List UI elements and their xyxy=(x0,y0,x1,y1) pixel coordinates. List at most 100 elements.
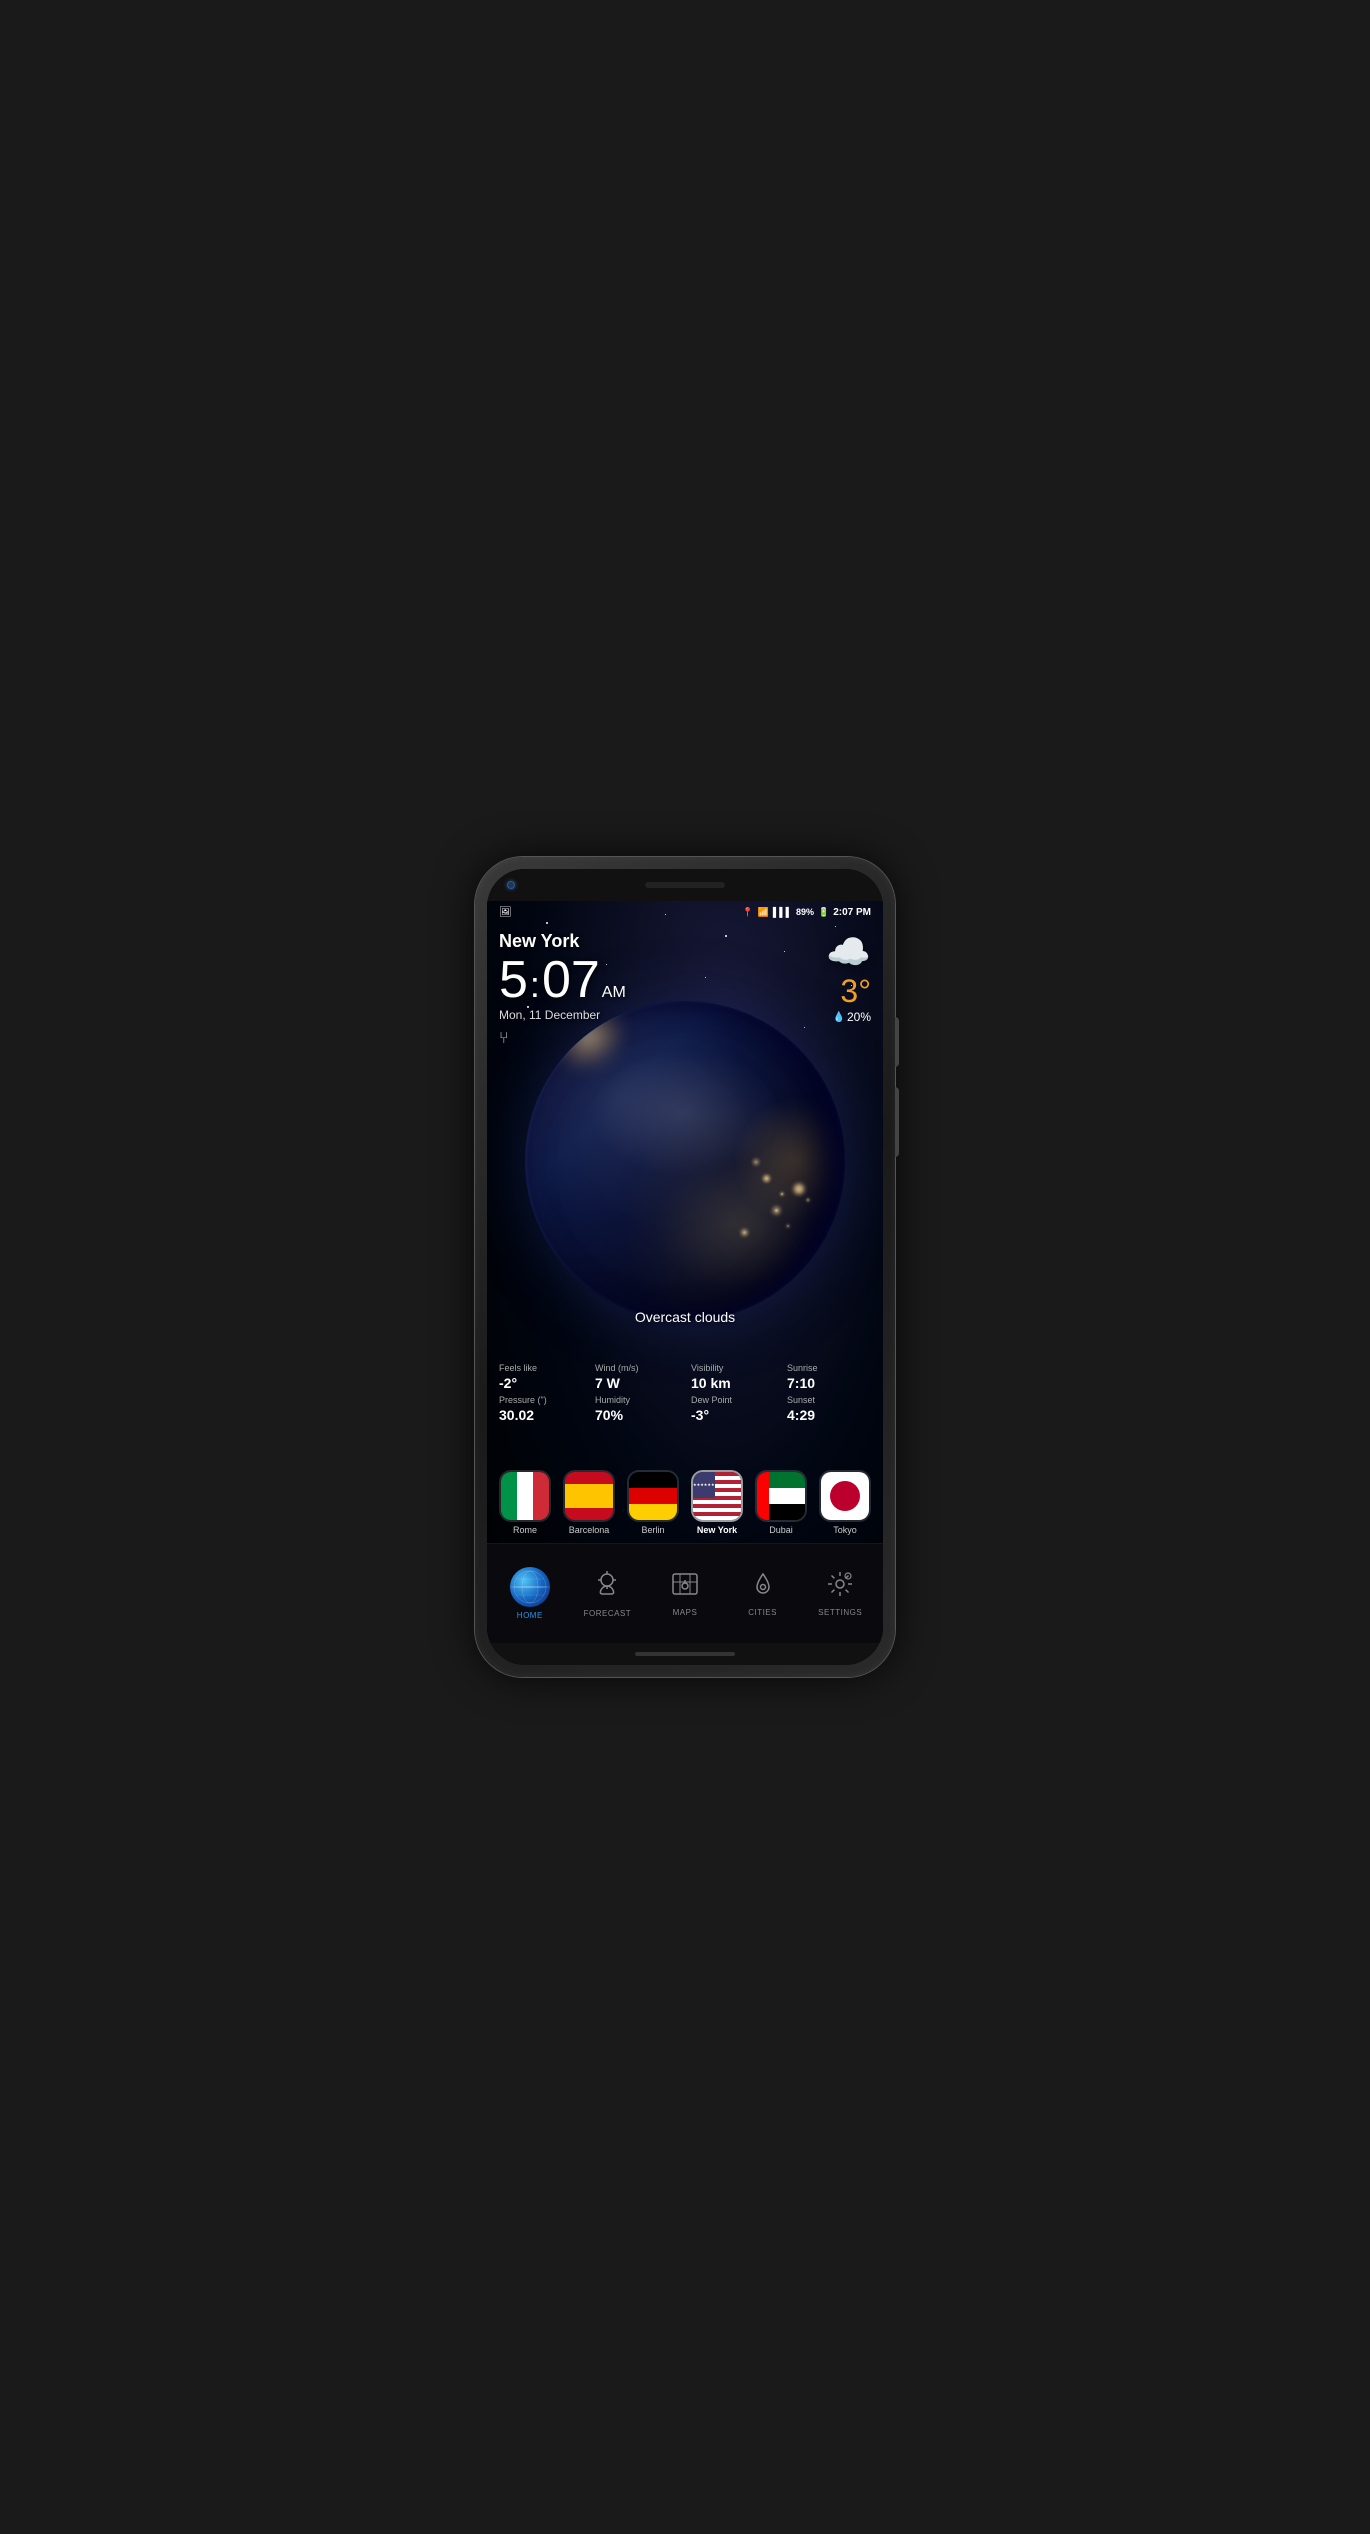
sunset-value: 4:29 xyxy=(787,1407,871,1423)
nav-forecast[interactable]: FORECAST xyxy=(575,1570,639,1618)
germany-flag xyxy=(629,1472,677,1520)
nav-maps-label: MAPS xyxy=(673,1608,698,1617)
sunrise-stat: Sunrise 7:10 xyxy=(783,1363,875,1391)
weather-description: Overcast clouds xyxy=(487,1309,883,1325)
japan-flag xyxy=(821,1472,869,1520)
weather-overlay: New York 5 : 07 AM Mon, 11 December ⑂ xyxy=(487,923,883,1056)
city-item-newyork[interactable]: ★ ★ ★ ★ ★ ★ New York xyxy=(689,1470,745,1535)
city-flag-berlin[interactable] xyxy=(627,1470,679,1522)
wind-value: 7 W xyxy=(595,1375,679,1391)
city-label-rome: Rome xyxy=(513,1525,537,1535)
nav-settings-label: SETTINGS xyxy=(818,1608,862,1617)
settings-svg xyxy=(826,1570,854,1598)
home-globe-icon xyxy=(510,1567,550,1607)
uae-flag xyxy=(757,1472,805,1520)
city-item-barcelona[interactable]: Barcelona xyxy=(561,1470,617,1535)
visibility-value: 10 km xyxy=(691,1375,775,1391)
city-flag-tokyo[interactable] xyxy=(819,1470,871,1522)
settings-icon xyxy=(826,1570,854,1604)
clock-display: 2:07 PM xyxy=(833,907,871,918)
city-flag-newyork[interactable]: ★ ★ ★ ★ ★ ★ xyxy=(691,1470,743,1522)
pressure-value: 30.02 xyxy=(499,1407,583,1423)
raindrop-icon: 💧 xyxy=(833,1012,845,1023)
gallery-icon: 🖼 xyxy=(499,907,512,918)
nav-home[interactable]: HOME xyxy=(498,1567,562,1620)
weather-stats: Feels like -2° Wind (m/s) 7 W Visibility… xyxy=(487,1363,883,1423)
city-flag-dubai[interactable] xyxy=(755,1470,807,1522)
globe-svg xyxy=(512,1569,548,1605)
battery-icon: 🔋 xyxy=(818,907,829,918)
city-flag-rome[interactable] xyxy=(499,1470,551,1522)
home-indicator[interactable] xyxy=(635,1652,735,1656)
wind-label: Wind (m/s) xyxy=(595,1363,679,1373)
wifi-icon: 📶 xyxy=(758,907,769,918)
cities-bar: Rome Barcelona xyxy=(487,1470,883,1535)
nav-cities[interactable]: CITIES xyxy=(731,1570,795,1617)
nav-maps[interactable]: MAPS xyxy=(653,1570,717,1617)
precipitation-display: 💧 20% xyxy=(833,1010,871,1024)
time-separator: : xyxy=(530,964,540,1006)
date-display: Mon, 11 December xyxy=(499,1008,871,1022)
status-bar: 🖼 📍 📶 ▌▌▌ 89% 🔋 2:07 PM xyxy=(487,901,883,923)
dew-point-value: -3° xyxy=(691,1407,775,1423)
humidity-label: Humidity xyxy=(595,1395,679,1405)
usa-flag: ★ ★ ★ ★ ★ ★ xyxy=(693,1472,741,1520)
pressure-stat: Pressure (") 30.02 xyxy=(495,1395,587,1423)
nav-settings[interactable]: SETTINGS xyxy=(808,1570,872,1617)
city-name: New York xyxy=(499,931,871,952)
feels-like-value: -2° xyxy=(499,1375,583,1391)
pressure-label: Pressure (") xyxy=(499,1395,583,1405)
city-item-tokyo[interactable]: Tokyo xyxy=(817,1470,873,1535)
visibility-label: Visibility xyxy=(691,1363,775,1373)
italy-flag xyxy=(501,1472,549,1520)
top-bezel xyxy=(487,869,883,901)
cities-svg xyxy=(749,1570,777,1598)
spain-flag xyxy=(565,1472,613,1520)
city-item-dubai[interactable]: Dubai xyxy=(753,1470,809,1535)
nav-home-label: HOME xyxy=(517,1611,543,1620)
speaker-grille xyxy=(645,882,725,888)
feels-like-stat: Feels like -2° xyxy=(495,1363,587,1391)
visibility-stat: Visibility 10 km xyxy=(687,1363,779,1391)
weather-top-right: ☁️ 3° 💧 20% xyxy=(826,931,871,1024)
dew-point-label: Dew Point xyxy=(691,1395,775,1405)
forecast-icon xyxy=(593,1570,621,1605)
temperature-display: 3° xyxy=(840,973,871,1010)
bottom-navigation: HOME FORECAST xyxy=(487,1543,883,1643)
signal-icon: ▌▌▌ xyxy=(773,907,792,917)
dew-point-stat: Dew Point -3° xyxy=(687,1395,779,1423)
sunset-label: Sunset xyxy=(787,1395,871,1405)
city-item-berlin[interactable]: Berlin xyxy=(625,1470,681,1535)
status-left: 🖼 xyxy=(499,907,512,918)
sunrise-label: Sunrise xyxy=(787,1363,871,1373)
feels-like-label: Feels like xyxy=(499,1363,583,1373)
bottom-bezel xyxy=(487,1643,883,1665)
city-item-rome[interactable]: Rome xyxy=(497,1470,553,1535)
time-display: 5 : 07 AM xyxy=(499,954,871,1006)
city-label-dubai: Dubai xyxy=(769,1525,793,1535)
city-label-berlin: Berlin xyxy=(641,1525,664,1535)
wind-stat: Wind (m/s) 7 W xyxy=(591,1363,683,1391)
humidity-value: 70% xyxy=(595,1407,679,1423)
nav-cities-label: CITIES xyxy=(748,1608,777,1617)
phone-screen: 🖼 📍 📶 ▌▌▌ 89% 🔋 2:07 PM New York 5 : 07 xyxy=(487,869,883,1665)
time-ampm: AM xyxy=(602,984,626,1002)
front-camera xyxy=(507,881,515,889)
cloud-icon: ☁️ xyxy=(826,931,871,973)
battery-level: 89% xyxy=(796,907,814,917)
share-icon[interactable]: ⑂ xyxy=(499,1030,871,1048)
status-right: 📍 📶 ▌▌▌ 89% 🔋 2:07 PM xyxy=(742,907,871,918)
location-icon: 📍 xyxy=(742,907,753,918)
city-label-newyork: New York xyxy=(697,1525,737,1535)
time-hour: 5 xyxy=(499,954,528,1006)
precip-chance: 20% xyxy=(847,1010,871,1024)
humidity-stat: Humidity 70% xyxy=(591,1395,683,1423)
screen-content: 🖼 📍 📶 ▌▌▌ 89% 🔋 2:07 PM New York 5 : 07 xyxy=(487,901,883,1643)
maps-svg xyxy=(671,1570,699,1598)
phone-frame: 🖼 📍 📶 ▌▌▌ 89% 🔋 2:07 PM New York 5 : 07 xyxy=(475,857,895,1677)
nav-forecast-label: FORECAST xyxy=(584,1609,632,1618)
city-label-tokyo: Tokyo xyxy=(833,1525,857,1535)
time-minute: 07 xyxy=(542,954,600,1006)
city-flag-barcelona[interactable] xyxy=(563,1470,615,1522)
sunset-stat: Sunset 4:29 xyxy=(783,1395,875,1423)
